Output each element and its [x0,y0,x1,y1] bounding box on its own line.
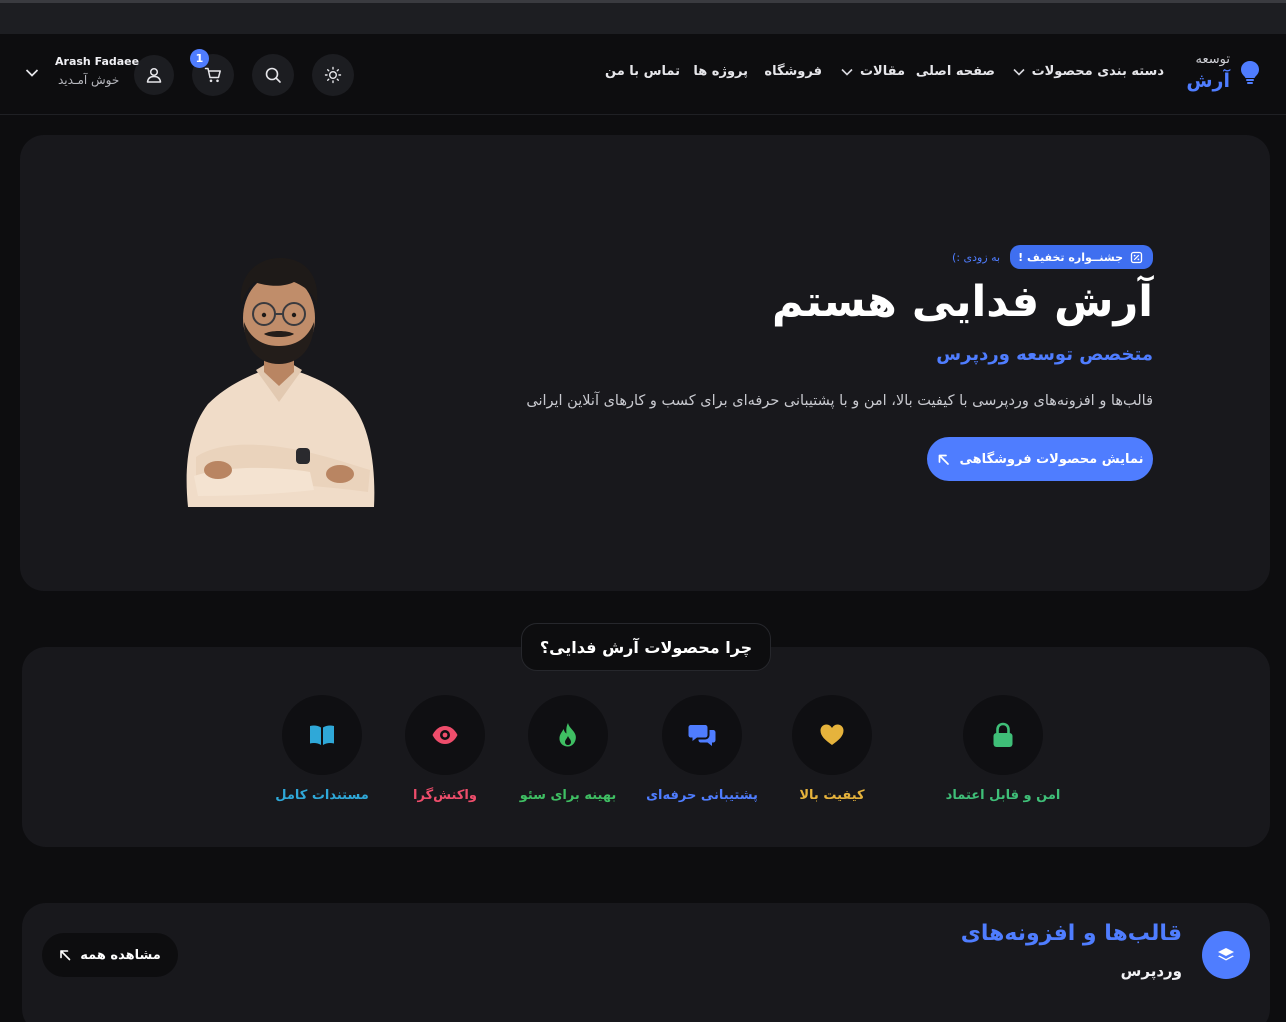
nav-shop-label: فروشگاه [764,64,822,79]
user-icon [146,67,162,83]
feature-label: پشتیبانی حرفه‌ای [646,788,758,803]
show-products-button[interactable]: نمایش محصولات فروشگاهی [927,437,1153,481]
view-all-label: مشاهده همه [80,947,161,963]
feature-responsive: واکنش‌گرا [375,695,515,815]
feature-label: امن و قابل اعتماد [945,788,1061,803]
search-icon [265,67,281,83]
nav-projects[interactable]: پروژه ها [693,64,748,79]
chat-icon [688,725,716,746]
discount-badge-label: جشنــواره تخفیف ! [1018,250,1123,264]
lock-icon [993,722,1013,747]
feature-label: بهینه برای سئو [519,788,617,803]
hero-title: آرش فدایی هستم [772,277,1153,327]
feature-docs: مستندات کامل [252,695,392,815]
why-section-title: چرا محصولات آرش فدایی؟ [521,623,771,671]
profile-photo [186,258,375,507]
site-logo[interactable]: توسعه آرش [1170,50,1260,98]
browser-top-strip [0,0,1286,34]
layers-icon [1218,948,1234,961]
user-welcome-text: خوش آمـدید [58,73,120,87]
cart-icon [204,67,221,83]
lightbulb-icon [1241,61,1259,84]
arrow-up-left-icon [938,454,949,465]
feature-icon-circle [405,695,485,775]
chevron-down-icon[interactable] [24,65,40,81]
feature-icon-circle [963,695,1043,775]
feature-icon-circle [662,695,742,775]
hero-subtitle: متخصص توسعه وردپرس [936,344,1153,365]
products-subtitle: وردپرس [1120,962,1182,980]
chevron-down-icon [841,68,853,76]
theme-toggle-button[interactable] [312,54,354,96]
discount-badge[interactable]: جشنــواره تخفیف ! [1010,245,1153,269]
feature-icon-circle [528,695,608,775]
show-products-button-label: نمایش محصولات فروشگاهی [959,451,1144,467]
nav-articles-label: مقالات [859,64,905,79]
nav-home-label: صفحه اصلی [915,64,995,79]
feature-label: مستندات کامل [275,788,369,803]
sun-icon [324,66,342,84]
cart-button[interactable]: 1 [190,49,234,96]
feature-support: پشتیبانی حرفه‌ای [632,695,772,815]
user-name[interactable]: Arash Fadaee [55,55,139,68]
flame-icon [559,723,576,747]
feature-secure: امن و قابل اعتماد [933,695,1073,815]
why-section: امن و قابل اعتماد کیفیت بالا پشتیبانی حر… [22,647,1270,847]
nav-home[interactable]: صفحه اصلی [916,64,995,79]
discount-tag-icon [1130,251,1143,263]
hero-section: جشنــواره تخفیف ! به زودی :) آرش فدایی ه… [20,135,1270,591]
feature-quality: کیفیت بالا [762,695,902,815]
logo-subtext: توسعه [1195,52,1230,67]
products-section-icon [1202,931,1250,979]
nav-shop[interactable]: فروشگاه [764,64,822,79]
feature-icon-circle [282,695,362,775]
site-header: توسعه آرش دسته بندی محصولات صفحه اصلی مق… [0,34,1286,115]
hero-description: قالب‌ها و افزونه‌های وردپرسی با کیفیت با… [526,393,1153,409]
logo-text: آرش [1186,70,1230,92]
products-title: قالب‌ها و افزونه‌های [960,921,1182,946]
feature-label: واکنش‌گرا [413,788,477,803]
heart-icon [820,724,844,745]
nav-contact-label: تماس با من [605,64,680,79]
user-account-button[interactable] [134,55,174,95]
nav-articles[interactable]: مقالات [840,64,905,79]
discount-badge-row: جشنــواره تخفیف ! به زودی :) [952,245,1153,269]
products-section: قالب‌ها و افزونه‌های وردپرس مشاهده همه [22,903,1270,1022]
nav-categories-label: دسته بندی محصولات [1031,64,1164,79]
nav-contact[interactable]: تماس با من [605,64,680,79]
chevron-down-icon [1012,68,1025,76]
search-button[interactable] [252,54,294,96]
feature-label: کیفیت بالا [799,788,865,803]
eye-icon [432,726,458,744]
feature-seo: بهینه برای سئو [498,695,638,815]
arrow-up-left-icon [60,950,71,961]
nav-projects-label: پروژه ها [693,64,748,79]
feature-icon-circle [792,695,872,775]
view-all-button[interactable]: مشاهده همه [42,933,178,977]
cart-count-badge: 1 [190,49,209,68]
discount-soon-text: به زودی :) [952,250,1001,264]
book-icon [310,725,334,745]
nav-categories[interactable]: دسته بندی محصولات [1012,64,1164,79]
